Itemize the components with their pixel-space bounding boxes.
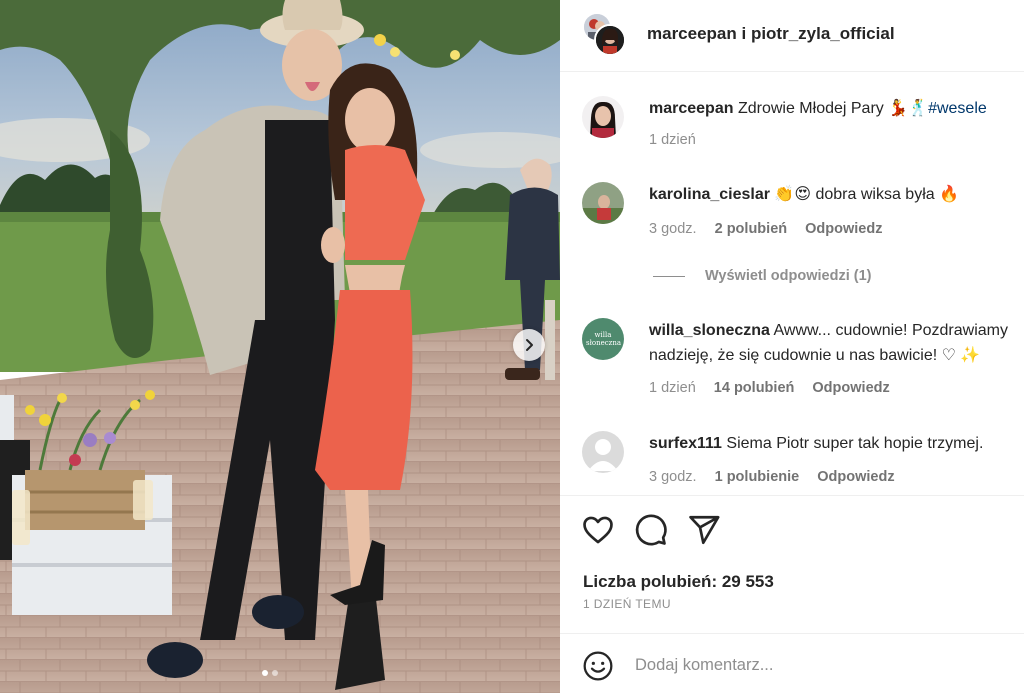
comment-text-line-2: nadzieję, że się cudownie u nas bawicie!…: [649, 347, 981, 364]
next-photo-button[interactable]: [513, 329, 545, 361]
commenter-avatar[interactable]: willa słoneczna: [582, 318, 624, 360]
comment-meta: 1 dzień: [649, 132, 710, 148]
post-authors[interactable]: marceepan i piotr_zyla_official: [647, 24, 895, 44]
post-actions: Liczba polubień: 29 553 1 DZIEŃ TEMU: [560, 495, 1024, 693]
comment-text-line: willa_sloneczna Awww... cudownie! Pozdra…: [649, 318, 1008, 343]
reply-button[interactable]: Odpowiedz: [817, 469, 894, 485]
likes-count[interactable]: Liczba polubień: 29 553: [583, 572, 774, 592]
comment-likes[interactable]: 1 polubienie: [715, 469, 800, 485]
carousel-dot: [272, 670, 278, 676]
comment-username[interactable]: willa_sloneczna: [649, 322, 770, 339]
chevron-right-icon: [526, 339, 533, 351]
replies-divider: [653, 275, 685, 277]
avatar-image: [582, 182, 624, 224]
comment-body: Zdrowie Młodej Pary 💃🕺: [737, 100, 929, 117]
view-replies-label: Wyświetl odpowiedzi (1): [705, 268, 872, 284]
post-header: marceepan i piotr_zyla_official: [560, 0, 1024, 72]
post-date[interactable]: 1 DZIEŃ TEMU: [583, 597, 671, 611]
reply-button[interactable]: Odpowiedz: [812, 380, 889, 396]
comment-meta: 3 godz. 2 polubień Odpowiedz: [649, 221, 896, 237]
wedding-photo-image: [0, 0, 560, 693]
view-replies-button[interactable]: Wyświetl odpowiedzi (1): [653, 268, 872, 284]
comment-likes[interactable]: 14 polubień: [714, 380, 795, 396]
comment-meta: 3 godz. 1 polubienie Odpowiedz: [649, 469, 909, 485]
comment-time[interactable]: 3 godz.: [649, 221, 697, 237]
comment-body: 👏😍 dobra wiksa była 🔥: [774, 186, 960, 203]
comment-likes[interactable]: 2 polubień: [715, 221, 788, 237]
comment-body: Awww... cudownie! Pozdrawiamy: [773, 322, 1008, 339]
piotr-zyla-avatar[interactable]: [594, 24, 626, 56]
commenter-avatar[interactable]: [582, 182, 624, 224]
hashtag-link[interactable]: #wesele: [928, 100, 987, 117]
share-button[interactable]: [687, 513, 721, 547]
comment-username[interactable]: surfex111: [649, 435, 722, 452]
comment-meta: 1 dzień 14 polubień Odpowiedz: [649, 380, 904, 396]
commenter-avatar[interactable]: [582, 96, 624, 138]
comment-time[interactable]: 1 dzień: [649, 132, 696, 148]
default-avatar-icon: [582, 431, 624, 473]
comment-icon: [635, 514, 667, 546]
comment-text-line: marceepan Zdrowie Młodej Pary 💃🕺#wesele: [649, 96, 987, 121]
comment-button[interactable]: [634, 513, 668, 547]
share-icon: [689, 515, 720, 545]
add-comment-bar: [560, 633, 1024, 693]
smiley-icon: [583, 651, 613, 681]
reply-button[interactable]: Odpowiedz: [805, 221, 882, 237]
comment-time[interactable]: 1 dzień: [649, 380, 696, 396]
commenter-avatar[interactable]: [582, 431, 624, 473]
carousel-indicator: [262, 670, 278, 676]
heart-icon: [583, 516, 613, 544]
avatar-image: [596, 26, 624, 54]
comment-username[interactable]: karolina_cieslar: [649, 186, 770, 203]
comment-username[interactable]: marceepan: [649, 100, 734, 117]
comment-time[interactable]: 3 godz.: [649, 469, 697, 485]
like-button[interactable]: [581, 513, 615, 547]
avatar-image: [582, 96, 624, 138]
willa-logo-text: willa słoneczna: [586, 331, 622, 347]
comment-body: Siema Piotr super tak hopie trzymej.: [726, 435, 984, 452]
post-side-panel: marceepan i piotr_zyla_official marceepa…: [560, 0, 1024, 693]
add-comment-input[interactable]: [635, 652, 1005, 678]
comment-text-line: karolina_cieslar 👏😍 dobra wiksa była 🔥: [649, 182, 959, 207]
emoji-button[interactable]: [582, 650, 614, 682]
post-photo[interactable]: [0, 0, 560, 693]
comment-text-line: surfex111 Siema Piotr super tak hopie tr…: [649, 431, 983, 456]
carousel-dot-active: [262, 670, 268, 676]
